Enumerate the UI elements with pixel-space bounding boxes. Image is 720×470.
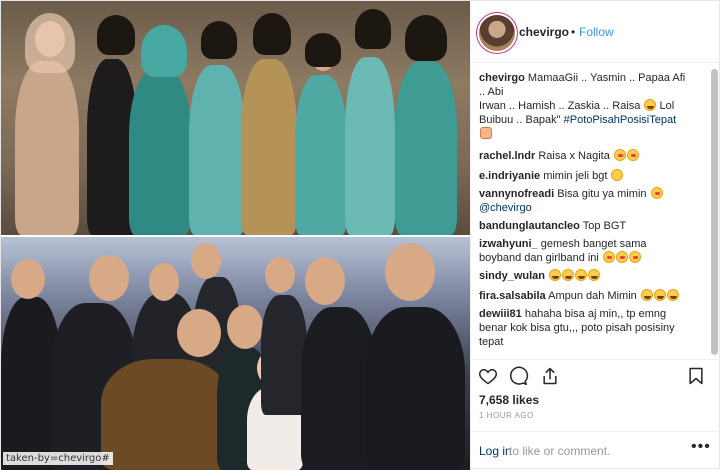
- comment-username[interactable]: izwahyuni_: [479, 238, 538, 250]
- post-header: chevirgo • Follow: [471, 1, 720, 63]
- laughing-emoji-icon: [549, 269, 562, 281]
- caption: chevirgo MamaaGii .. Yasmin .. Papaa Afi…: [479, 71, 709, 141]
- comment-username[interactable]: rachel.lndr: [479, 150, 535, 162]
- likes-count[interactable]: 7,658 likes: [479, 393, 539, 407]
- bookmark-icon[interactable]: [685, 366, 707, 386]
- smile-emoji-icon: [611, 169, 624, 181]
- header-separator: •: [571, 25, 576, 39]
- comment-text: Ampun dah Mimin: [548, 290, 637, 302]
- comment-username[interactable]: vannynofreadi: [479, 188, 554, 200]
- heart-eyes-emoji-icon: [613, 149, 626, 161]
- comment-text: Raisa x Nagita: [538, 150, 610, 162]
- caption-text-4: Lol: [659, 100, 675, 112]
- heart-eyes-emoji-icon: [650, 187, 663, 199]
- username-link[interactable]: chevirgo: [519, 25, 569, 39]
- caption-hashtag[interactable]: #PotoPisahPosisiTepat: [564, 114, 677, 126]
- caption-text-1: MamaaGii .. Yasmin .. Papaa Afi: [527, 72, 686, 84]
- share-icon[interactable]: [539, 366, 561, 386]
- comment-username[interactable]: bandunglautancleo: [479, 220, 580, 232]
- login-prompt: to like or comment.: [509, 444, 611, 458]
- comment-item: e.indriyanie mimin jeli bgt: [479, 169, 709, 183]
- action-bar: [471, 359, 720, 389]
- comments-scrollbar[interactable]: [709, 67, 719, 357]
- comment-text-2: boyband dan girlband ini: [479, 252, 599, 264]
- instagram-post: taken-by=chevirgo# chevirgo • Follow che…: [0, 0, 720, 470]
- comment-text: gemesh banget sama: [540, 238, 647, 250]
- comment-item: izwahyuni_ gemesh banget sama boyband da…: [479, 237, 709, 265]
- comment-icon[interactable]: [507, 366, 529, 386]
- heart-eyes-emoji-icon: [615, 251, 628, 263]
- comment-item: dewiii81 hahaha bisa aj min,, tp emng be…: [479, 307, 709, 349]
- group-photo-women: [1, 1, 470, 235]
- group-photo-men: [1, 237, 470, 470]
- praying-hands-emoji-icon: [480, 127, 492, 139]
- comment-text: hahaha bisa aj min,, tp emng: [524, 308, 667, 320]
- caption-text-3: Irwan .. Hamish .. Zaskia .. Raisa: [479, 100, 641, 112]
- post-photo[interactable]: taken-by=chevirgo#: [1, 1, 470, 470]
- comment-username[interactable]: sindy_wulan: [479, 270, 545, 282]
- kiss-emoji-icon: [626, 149, 639, 161]
- laughing-emoji-icon: [666, 289, 679, 301]
- caption-text-2: .. Abi: [479, 86, 504, 98]
- post-side-panel: chevirgo • Follow chevirgo MamaaGii .. Y…: [470, 1, 720, 470]
- comment-item: vannynofreadi Bisa gitu ya mimin @chevir…: [479, 187, 709, 215]
- post-timestamp[interactable]: 1 HOUR AGO: [479, 411, 534, 420]
- caption-username[interactable]: chevirgo: [479, 72, 525, 84]
- comment-username[interactable]: fira.salsabila: [479, 290, 546, 302]
- laughing-emoji-icon: [644, 99, 657, 111]
- comment-text: Top BGT: [582, 220, 627, 232]
- comment-item: sindy_wulan: [479, 269, 709, 283]
- comment-text: mimin jeli bgt: [543, 170, 608, 182]
- comment-text-3: tepat: [479, 336, 504, 348]
- scrollbar-thumb[interactable]: [711, 69, 718, 355]
- add-comment-bar: Log in to like or comment. •••: [471, 431, 720, 470]
- comment-username[interactable]: e.indriyanie: [479, 170, 540, 182]
- heart-eyes-emoji-icon: [602, 251, 615, 263]
- heart-icon[interactable]: [477, 366, 499, 386]
- login-link[interactable]: Log in: [479, 444, 512, 458]
- photo-watermark: taken-by=chevirgo#: [3, 452, 113, 465]
- laughing-emoji-icon: [562, 269, 575, 281]
- avatar[interactable]: [479, 15, 515, 51]
- laughing-emoji-icon: [575, 269, 588, 281]
- comment-text-2: benar kok bisa gtu,,, poto pisah posisin…: [479, 322, 675, 334]
- comments-list: chevirgo MamaaGii .. Yasmin .. Papaa Afi…: [471, 63, 720, 359]
- comment-mention[interactable]: @chevirgo: [479, 202, 532, 214]
- comment-username[interactable]: dewiii81: [479, 308, 522, 320]
- comment-item: fira.salsabila Ampun dah Mimin: [479, 289, 709, 303]
- comment-item: bandunglautancleo Top BGT: [479, 219, 709, 233]
- caption-text-5: Buibuu .. Bapak": [479, 114, 561, 126]
- laughing-emoji-icon: [653, 289, 666, 301]
- follow-button[interactable]: Follow: [579, 25, 614, 39]
- laughing-emoji-icon: [640, 289, 653, 301]
- heart-eyes-emoji-icon: [628, 251, 641, 263]
- comment-item: rachel.lndr Raisa x Nagita: [479, 149, 709, 163]
- more-options-button[interactable]: •••: [691, 438, 711, 456]
- comment-text: Bisa gitu ya mimin: [557, 188, 647, 200]
- laughing-emoji-icon: [588, 269, 601, 281]
